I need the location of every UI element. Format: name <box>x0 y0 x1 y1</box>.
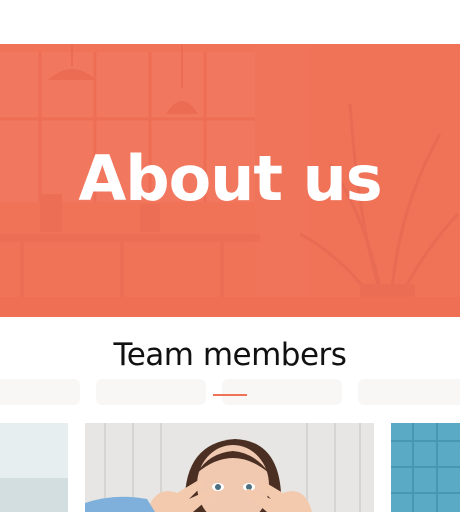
top-bar <box>0 0 460 44</box>
hero-banner: About us <box>0 44 460 317</box>
team-member-card[interactable] <box>391 423 460 512</box>
team-member-photo-icon <box>0 423 68 512</box>
page-title: About us <box>78 142 382 215</box>
team-member-photo-icon <box>391 423 460 512</box>
team-member-card[interactable] <box>0 423 68 512</box>
team-section-title: Team members <box>113 337 347 373</box>
section-divider <box>213 394 247 396</box>
team-member-card[interactable] <box>85 423 374 512</box>
team-member-photo-icon <box>85 423 374 512</box>
